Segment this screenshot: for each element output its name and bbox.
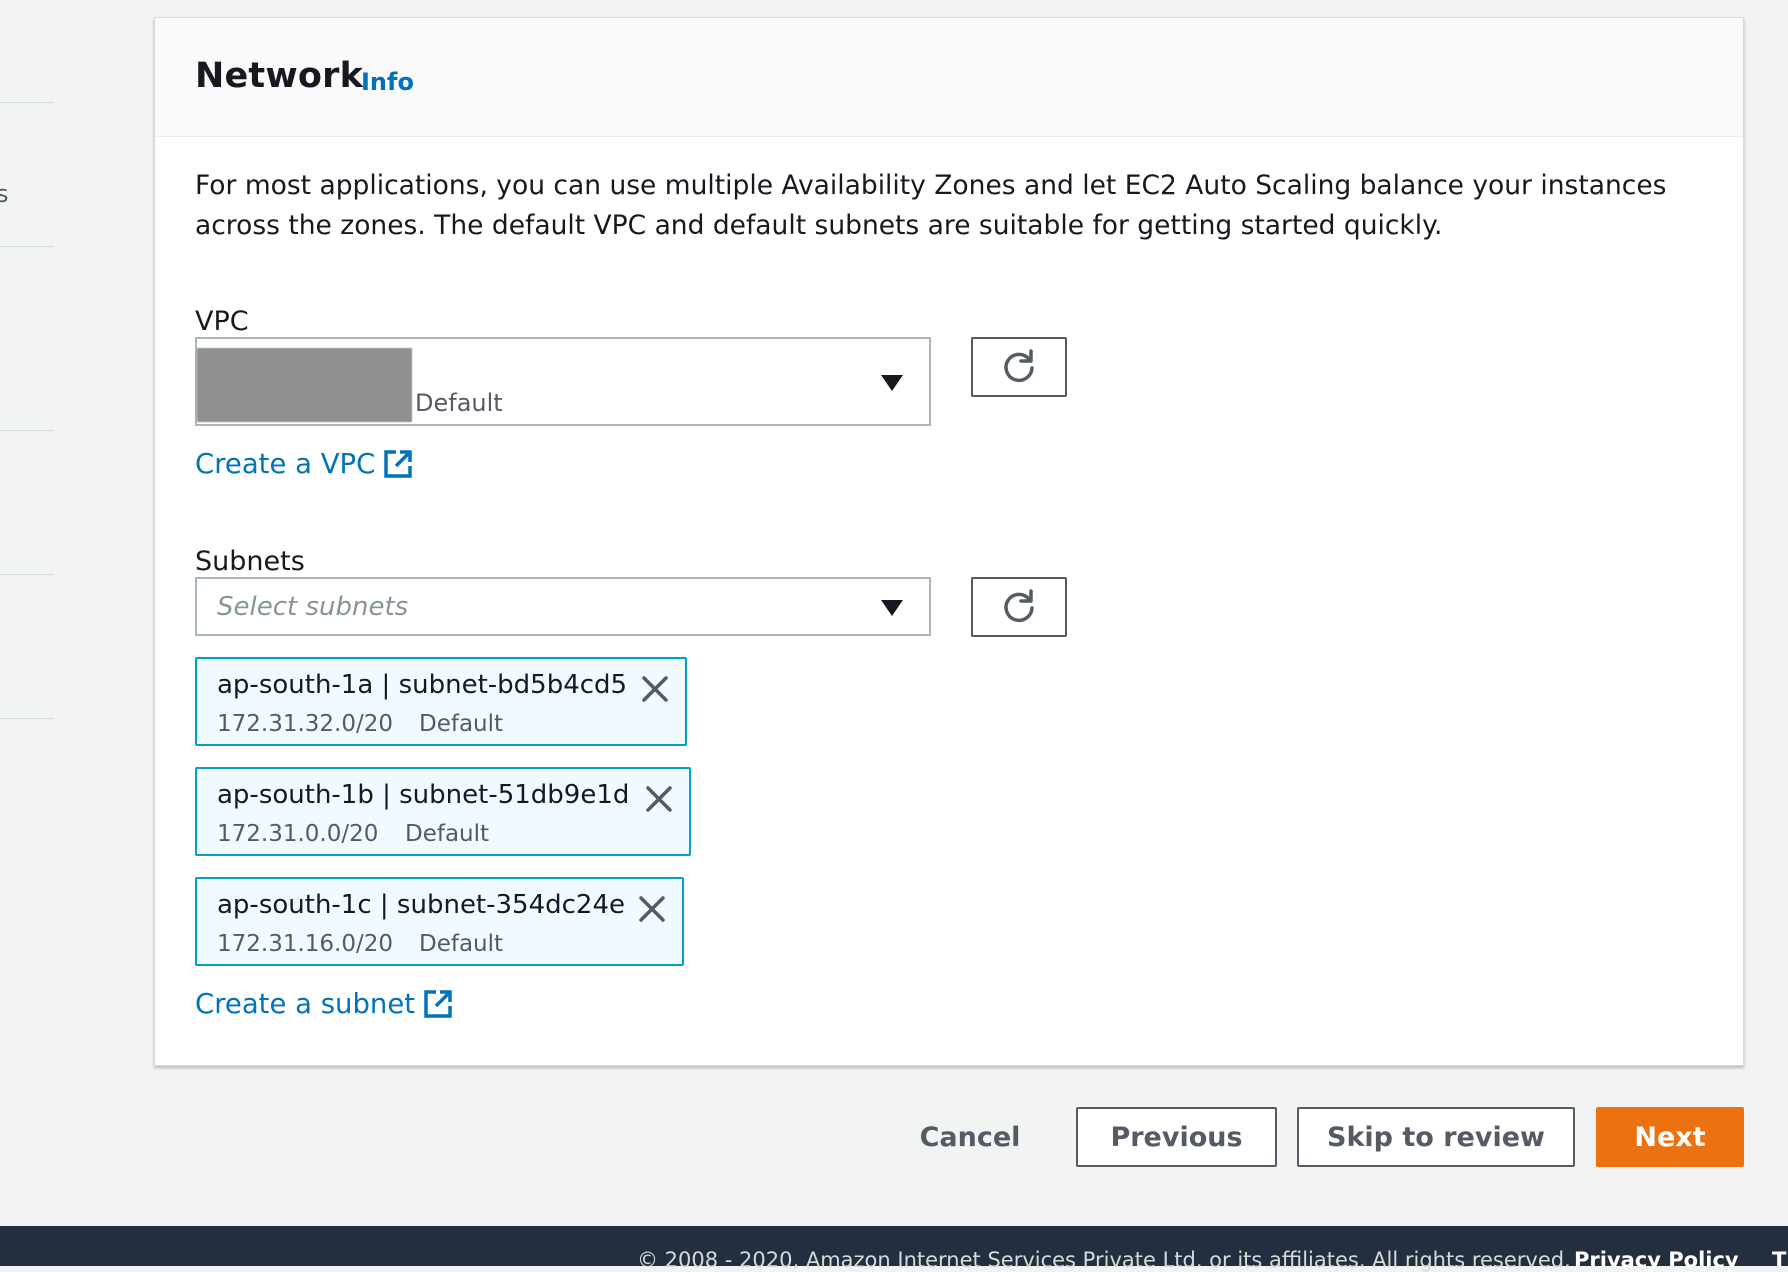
create-vpc-link[interactable]: Create a VPC bbox=[195, 448, 413, 480]
subnets-label: Subnets bbox=[195, 546, 305, 577]
close-icon[interactable] bbox=[636, 893, 668, 925]
vpc-default-tag: Default bbox=[415, 389, 503, 417]
create-vpc-label: Create a VPC bbox=[195, 448, 376, 480]
vpc-label: VPC bbox=[195, 306, 249, 337]
panel-description: For most applications, you can use multi… bbox=[195, 170, 1667, 241]
close-icon[interactable] bbox=[639, 673, 671, 705]
terms-link-fragment[interactable]: T bbox=[1772, 1248, 1786, 1272]
vpc-select[interactable]: Default bbox=[195, 337, 931, 426]
next-button[interactable]: Next bbox=[1596, 1107, 1744, 1167]
subnet-token-cidr: 172.31.0.0/20 bbox=[217, 821, 379, 847]
subnet-token-tag: Default bbox=[419, 711, 504, 737]
subnet-token: ap-south-1b | subnet-51db9e1d 172.31.0.0… bbox=[195, 767, 691, 856]
subnet-token: ap-south-1c | subnet-354dc24e 172.31.16.… bbox=[195, 877, 684, 966]
footer: © 2008 - 2020, Amazon Internet Services … bbox=[0, 1226, 1788, 1272]
network-panel: Network Info For most applications, you … bbox=[154, 17, 1744, 1066]
subnet-token-title: ap-south-1a | subnet-bd5b4cd5 bbox=[217, 670, 628, 700]
nav-item-fragment[interactable]: s bbox=[0, 180, 9, 208]
subnet-token-title: ap-south-1c | subnet-354dc24e bbox=[217, 890, 626, 920]
nav-divider bbox=[0, 574, 54, 575]
subnet-token-cidr: 172.31.32.0/20 bbox=[217, 711, 394, 737]
external-link-icon bbox=[424, 990, 452, 1018]
cancel-button[interactable]: Cancel bbox=[905, 1107, 1035, 1167]
close-icon[interactable] bbox=[643, 783, 675, 815]
left-nav-rail: s bbox=[0, 0, 56, 1226]
caret-down-icon bbox=[881, 600, 903, 616]
redacted-vpc-id bbox=[197, 348, 412, 422]
panel-header: Network Info bbox=[155, 18, 1743, 137]
subnet-token-tag: Default bbox=[419, 931, 504, 957]
privacy-policy-link[interactable]: Privacy Policy bbox=[1574, 1248, 1739, 1272]
caret-down-icon bbox=[881, 375, 903, 391]
subnet-token-cidr: 172.31.16.0/20 bbox=[217, 931, 394, 957]
skip-to-review-button[interactable]: Skip to review bbox=[1297, 1107, 1575, 1167]
nav-divider bbox=[0, 430, 54, 431]
refresh-icon bbox=[1004, 349, 1034, 383]
subnet-token-title: ap-south-1b | subnet-51db9e1d bbox=[217, 780, 630, 810]
vpc-refresh-button[interactable] bbox=[971, 337, 1067, 397]
previous-button[interactable]: Previous bbox=[1076, 1107, 1277, 1167]
nav-divider bbox=[0, 246, 54, 247]
subnet-token: ap-south-1a | subnet-bd5b4cd5 172.31.32.… bbox=[195, 657, 687, 746]
nav-divider bbox=[0, 718, 54, 719]
refresh-icon bbox=[1004, 589, 1034, 623]
create-subnet-link[interactable]: Create a subnet bbox=[195, 988, 453, 1020]
subnets-refresh-button[interactable] bbox=[971, 577, 1067, 637]
nav-divider bbox=[0, 102, 54, 103]
subnets-placeholder: Select subnets bbox=[217, 592, 409, 622]
create-subnet-label: Create a subnet bbox=[195, 988, 416, 1020]
external-link-icon bbox=[384, 450, 413, 478]
footer-copyright: © 2008 - 2020, Amazon Internet Services … bbox=[637, 1248, 1571, 1272]
info-link[interactable]: Info bbox=[361, 68, 414, 96]
subnets-select[interactable]: Select subnets bbox=[195, 577, 931, 636]
panel-title: Network bbox=[195, 56, 364, 96]
subnet-token-tag: Default bbox=[405, 821, 490, 847]
